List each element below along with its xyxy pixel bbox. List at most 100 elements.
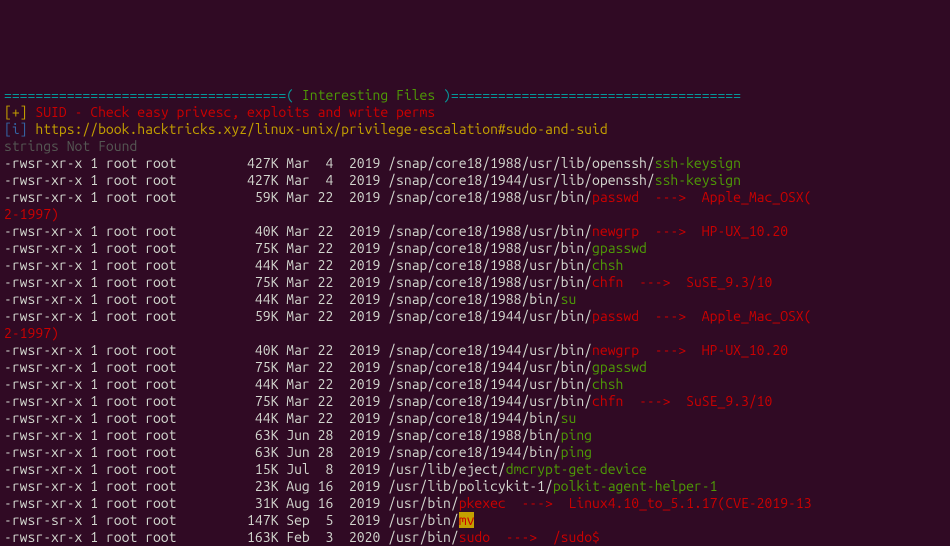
file-date: Mar 22 2019 xyxy=(278,240,388,256)
suid-heading: SUID - Check easy privesc, exploits and … xyxy=(35,104,435,120)
file-binary: chfn xyxy=(592,393,623,409)
file-date: Mar 22 2019 xyxy=(278,342,388,358)
file-date: Mar 22 2019 xyxy=(278,308,388,324)
file-date: Mar 22 2019 xyxy=(278,291,388,307)
info-marker: [i] xyxy=(4,121,35,137)
file-path: /snap/core18/1944/usr/bin/ xyxy=(388,308,592,324)
exploit-note: Apple_Mac_OSX( xyxy=(702,308,812,324)
exploit-arrow: ---> xyxy=(623,393,686,409)
file-date: Jun 28 2019 xyxy=(278,444,388,460)
exploit-note: Apple_Mac_OSX( xyxy=(702,189,812,205)
file-perms: -rwsr-xr-x 1 root root xyxy=(4,223,176,239)
file-date: Mar 22 2019 xyxy=(278,274,388,290)
header-rule-left: ====================================( xyxy=(4,87,302,103)
file-path: /usr/bin/ xyxy=(388,512,459,528)
file-binary: sudo xyxy=(459,529,490,545)
exploit-arrow: ---> xyxy=(639,308,702,324)
file-binary: ssh-keysign xyxy=(655,172,741,188)
header-title: Interesting Files xyxy=(302,87,435,103)
file-perms: -rwsr-xr-x 1 root root xyxy=(4,172,176,188)
file-perms: -rwsr-xr-x 1 root root xyxy=(4,376,176,392)
file-size: 63K xyxy=(176,444,278,460)
file-date: Mar 22 2019 xyxy=(278,257,388,273)
exploit-arrow: ---> xyxy=(623,274,686,290)
file-path: /snap/core18/1988/usr/lib/openssh/ xyxy=(388,155,655,171)
file-path: /snap/core18/1944/usr/bin/ xyxy=(388,342,592,358)
file-binary: passwd xyxy=(592,308,639,324)
file-date: Mar 22 2019 xyxy=(278,410,388,426)
file-perms: -rwsr-xr-x 1 root root xyxy=(4,359,176,375)
file-date: Mar 22 2019 xyxy=(278,376,388,392)
file-binary: ssh-keysign xyxy=(655,155,741,171)
file-date: Aug 16 2019 xyxy=(278,495,388,511)
file-size: 75K xyxy=(176,393,278,409)
file-size: 163K xyxy=(176,529,278,545)
header-rule-right: )===================================== xyxy=(435,87,741,103)
file-perms: -rwsr-xr-x 1 root root xyxy=(4,529,176,545)
file-perms: -rwsr-xr-x 1 root root xyxy=(4,257,176,273)
file-size: 31K xyxy=(176,495,278,511)
file-binary: chsh xyxy=(592,376,623,392)
file-perms: -rwsr-xr-x 1 root root xyxy=(4,495,176,511)
file-path: /snap/core18/1988/bin/ xyxy=(388,291,560,307)
file-date: Mar 22 2019 xyxy=(278,189,388,205)
terminal-output: ====================================( In… xyxy=(0,85,950,546)
file-path: /snap/core18/1988/usr/bin/ xyxy=(388,223,592,239)
file-perms: -rwsr-xr-x 1 root root xyxy=(4,461,176,477)
file-perms: -rwsr-xr-x 1 root root xyxy=(4,240,176,256)
file-size: 427K xyxy=(176,172,278,188)
file-path: /snap/core18/1944/usr/lib/openssh/ xyxy=(388,172,655,188)
file-size: 44K xyxy=(176,257,278,273)
file-size: 44K xyxy=(176,291,278,307)
file-perms: -rwsr-xr-x 1 root root xyxy=(4,427,176,443)
exploit-note: SuSE_9.3/10 xyxy=(686,393,772,409)
file-date: Aug 16 2019 xyxy=(278,478,388,494)
file-size: 75K xyxy=(176,240,278,256)
file-binary: gpasswd xyxy=(592,240,647,256)
file-path: /usr/bin/ xyxy=(388,529,459,545)
exploit-arrow: ---> xyxy=(490,529,553,545)
file-path: /usr/lib/policykit-1/ xyxy=(388,478,553,494)
file-size: 63K xyxy=(176,427,278,443)
file-size: 75K xyxy=(176,274,278,290)
file-path: /snap/core18/1988/usr/bin/ xyxy=(388,240,592,256)
file-size: 15K xyxy=(176,461,278,477)
file-perms: -rwsr-xr-x 1 root root xyxy=(4,308,176,324)
exploit-arrow: ---> xyxy=(639,223,702,239)
file-size: 44K xyxy=(176,410,278,426)
file-binary: passwd xyxy=(592,189,639,205)
file-binary: mv xyxy=(459,512,475,528)
file-perms: -rwsr-xr-x 1 root root xyxy=(4,444,176,460)
exploit-note: Linux4.10_to_5.1.17(CVE-2019-13 xyxy=(569,495,812,511)
file-binary: gpasswd xyxy=(592,359,647,375)
file-perms: -rwsr-xr-x 1 root root xyxy=(4,342,176,358)
file-size: 59K xyxy=(176,308,278,324)
file-binary: ping xyxy=(561,444,592,460)
file-binary: chfn xyxy=(592,274,623,290)
file-perms: -rwsr-xr-x 1 root root xyxy=(4,274,176,290)
file-size: 147K xyxy=(176,512,278,528)
file-size: 75K xyxy=(176,359,278,375)
file-path: /snap/core18/1944/bin/ xyxy=(388,444,560,460)
file-path: /snap/core18/1988/usr/bin/ xyxy=(388,189,592,205)
file-binary: su xyxy=(561,410,577,426)
file-date: Sep 5 2019 xyxy=(278,512,388,528)
file-size: 23K xyxy=(176,478,278,494)
file-perms: -rwsr-xr-x 1 root root xyxy=(4,478,176,494)
file-listing: -rwsr-xr-x 1 root root 427K Mar 4 2019 /… xyxy=(4,155,812,546)
exploit-note: SuSE_9.3/10 xyxy=(686,274,772,290)
file-perms: -rwsr-xr-x 1 root root xyxy=(4,291,176,307)
file-path: /snap/core18/1944/usr/bin/ xyxy=(388,393,592,409)
plus-marker: [+] xyxy=(4,104,35,120)
exploit-arrow: ---> xyxy=(506,495,569,511)
file-binary: dmcrypt-get-device xyxy=(506,461,647,477)
file-path: /snap/core18/1944/usr/bin/ xyxy=(388,376,592,392)
file-date: Mar 4 2019 xyxy=(278,155,388,171)
file-binary: polkit-agent-helper-1 xyxy=(553,478,718,494)
file-date: Feb 3 2020 xyxy=(278,529,388,545)
file-binary: newgrp xyxy=(592,342,639,358)
exploit-arrow: ---> xyxy=(639,189,702,205)
file-perms: -rwsr-xr-x 1 root root xyxy=(4,410,176,426)
file-date: Mar 22 2019 xyxy=(278,223,388,239)
file-path: /snap/core18/1944/usr/bin/ xyxy=(388,359,592,375)
